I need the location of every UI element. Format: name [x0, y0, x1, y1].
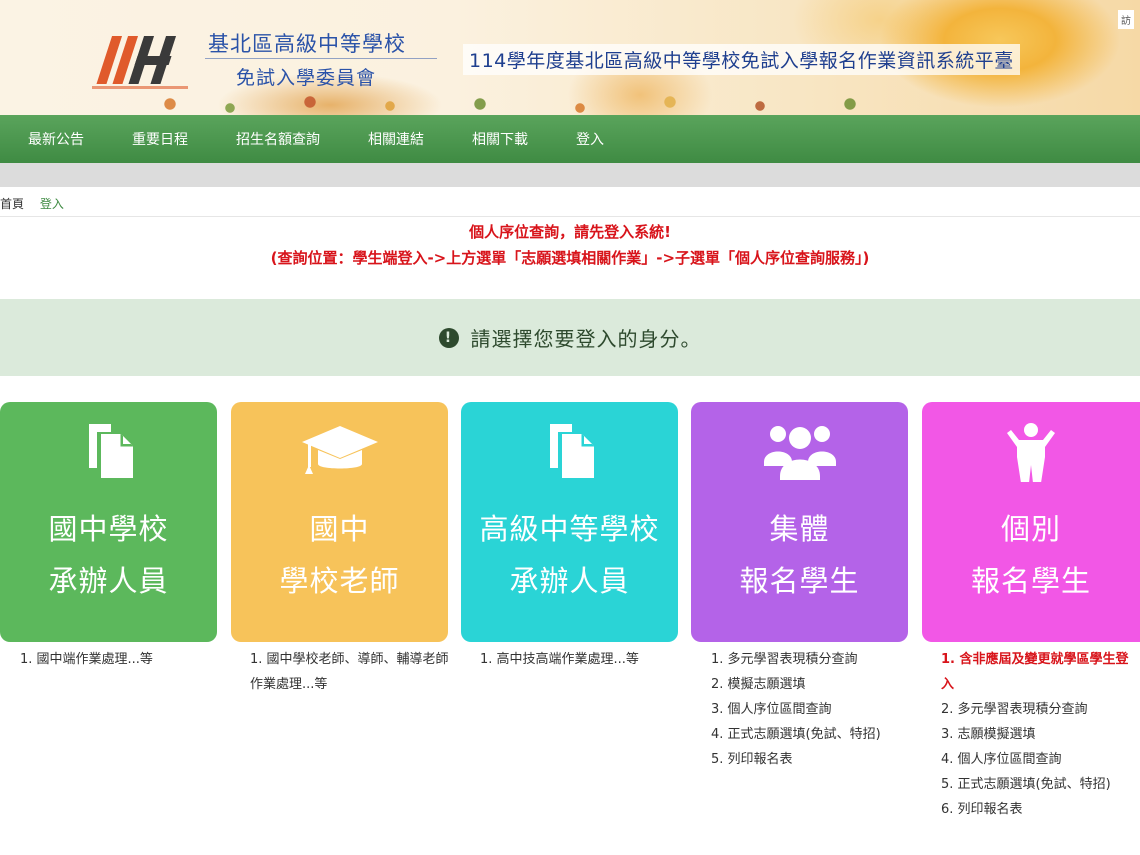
- notice-line2: (查詢位置：學生端登入->上方選單「志願選填相關作業」->子選單「個人序位查詢服…: [270, 249, 870, 267]
- role-card-senior-high-staff[interactable]: 高級中等學校 承辦人員: [461, 402, 678, 642]
- role-card-title-line1: 國中: [309, 512, 370, 546]
- desc-item: 1. 國中學校老師、導師、輔導老師作業處理...等: [250, 652, 449, 692]
- desc-item: 3. 志願模擬選填: [941, 727, 1036, 742]
- graduation-cap-icon: [301, 426, 378, 474]
- desc-item: 4. 個人序位區間查詢: [941, 752, 1062, 767]
- role-card-title-line2: 報名學生: [739, 564, 860, 598]
- role-card-desc-individual-student: 1. 含非應屆及變更就學區學生登入 2. 多元學習表現積分查詢 3. 志願模擬選…: [941, 647, 1140, 822]
- role-card-junior-high-staff[interactable]: 國中學校 承辦人員: [0, 402, 217, 642]
- banner-decoration: [150, 92, 910, 115]
- corner-label[interactable]: 訪: [1118, 10, 1134, 29]
- org-name-line1: 基北區高級中等學校: [208, 32, 406, 56]
- group-users-icon: [763, 426, 836, 480]
- breadcrumb: 首頁 登入: [0, 195, 64, 212]
- nav-item-login[interactable]: 登入: [576, 129, 604, 149]
- desc-item: 3. 個人序位區間查詢: [711, 702, 832, 717]
- nav-item-links[interactable]: 相關連結: [368, 129, 424, 149]
- role-card-title-line2: 報名學生: [970, 564, 1091, 598]
- org-name-divider: [205, 58, 437, 59]
- role-card-title-line1: 集體: [769, 512, 830, 546]
- role-card-title-line2: 學校老師: [279, 564, 400, 598]
- org-name-line2: 免試入學委員會: [236, 67, 377, 89]
- breadcrumb-divider: [0, 216, 1140, 217]
- role-card-title-line2: 承辦人員: [48, 564, 169, 598]
- nav-item-quota-query[interactable]: 招生名額查詢: [236, 129, 320, 149]
- desc-item-highlight: 1. 含非應屆及變更就學區學生登入: [941, 652, 1129, 692]
- role-card-group-student[interactable]: 集體 報名學生: [691, 402, 908, 642]
- desc-item: 1. 國中端作業處理...等: [20, 652, 153, 667]
- header-banner: 基北區高級中等學校 免試入學委員會 114學年度基北區高級中等學校免試入學報名作…: [0, 0, 1140, 115]
- single-user-icon: [1007, 423, 1055, 482]
- desc-item: 4. 正式志願選填(免試、特招): [711, 727, 881, 742]
- breadcrumb-home[interactable]: 首頁: [0, 197, 24, 211]
- desc-item: 1. 高中技高端作業處理...等: [480, 652, 639, 667]
- nav-item-news[interactable]: 最新公告: [28, 129, 84, 149]
- exclamation-circle-icon: !: [438, 327, 459, 348]
- login-role-prompt: ! 請選擇您要登入的身分。: [0, 299, 1140, 376]
- breadcrumb-current: 登入: [39, 197, 64, 211]
- role-card-desc-senior-high-staff: 1. 高中技高端作業處理...等: [480, 647, 639, 672]
- role-card-junior-high-teacher[interactable]: 國中 學校老師: [231, 402, 448, 642]
- nav-item-downloads[interactable]: 相關下載: [472, 129, 528, 149]
- desc-item: 2. 模擬志願選填: [711, 677, 806, 692]
- role-card-desc-junior-high-staff: 1. 國中端作業處理...等: [20, 647, 153, 672]
- logo-114[interactable]: [92, 30, 188, 92]
- role-card-desc-junior-high-teacher: 1. 國中學校老師、導師、輔導老師作業處理...等: [250, 647, 450, 697]
- desc-item: 1. 多元學習表現積分查詢: [711, 652, 858, 667]
- role-card-title-line1: 高級中等學校: [479, 512, 660, 546]
- role-card-title-line2: 承辦人員: [509, 564, 630, 598]
- document-copy-icon: [549, 424, 594, 478]
- desc-item: 6. 列印報名表: [941, 802, 1023, 817]
- document-copy-icon: [88, 424, 133, 478]
- prompt-text: 請選擇您要登入的身分。: [470, 327, 702, 351]
- role-card-title-line1: 個別: [1000, 512, 1061, 546]
- role-card-title-line1: 國中學校: [48, 512, 169, 546]
- role-card-desc-group-student: 1. 多元學習表現積分查詢 2. 模擬志願選填 3. 個人序位區間查詢 4. 正…: [711, 647, 881, 772]
- nav-sub-strip: [0, 163, 1140, 187]
- desc-item: 5. 正式志願選填(免試、特招): [941, 777, 1111, 792]
- desc-item: 5. 列印報名表: [711, 752, 793, 767]
- main-nav: 最新公告 重要日程 招生名額查詢 相關連結 相關下載 登入: [0, 115, 1140, 163]
- system-title: 114學年度基北區高級中等學校免試入學報名作業資訊系統平臺: [463, 44, 1020, 75]
- desc-item: 2. 多元學習表現積分查詢: [941, 702, 1088, 717]
- role-card-individual-student[interactable]: 個別 報名學生: [922, 402, 1140, 642]
- notice-line1: 個人序位查詢，請先登入系統!: [469, 223, 671, 241]
- nav-item-schedule[interactable]: 重要日程: [132, 129, 188, 149]
